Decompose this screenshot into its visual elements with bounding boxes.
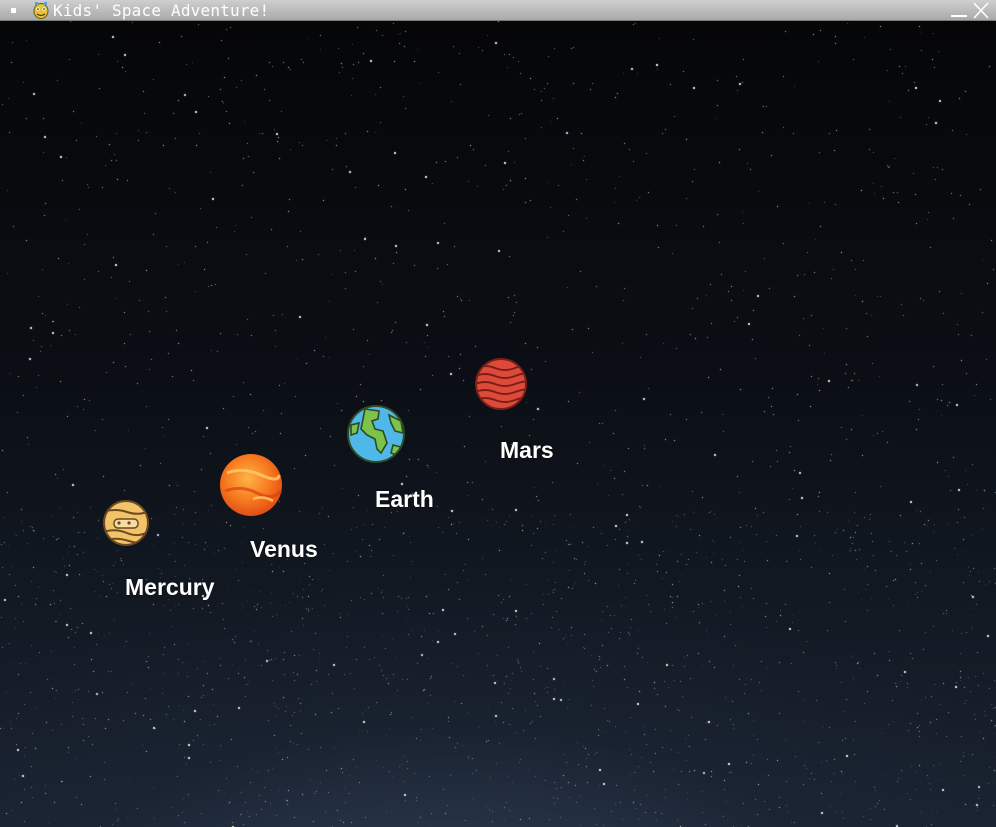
planet-label-earth: Earth [375, 486, 434, 512]
close-icon[interactable] [972, 2, 990, 19]
mercury-icon[interactable] [101, 498, 151, 548]
venus-icon[interactable] [217, 451, 285, 519]
space-scene: Mercury Venus Earth Mars [0, 21, 996, 827]
earth-icon[interactable] [345, 403, 407, 465]
window-title: Kids' Space Adventure! [53, 1, 270, 20]
window-menu-icon[interactable] [11, 8, 16, 13]
minimize-icon[interactable] [950, 2, 968, 19]
planet-label-mars: Mars [500, 437, 554, 463]
planet-label-venus: Venus [250, 536, 318, 562]
starfield-background [0, 21, 996, 827]
planet-label-mercury: Mercury [125, 574, 215, 600]
mars-icon[interactable] [473, 356, 529, 412]
python-app-icon [33, 2, 49, 19]
window-titlebar: Kids' Space Adventure! [0, 0, 996, 21]
